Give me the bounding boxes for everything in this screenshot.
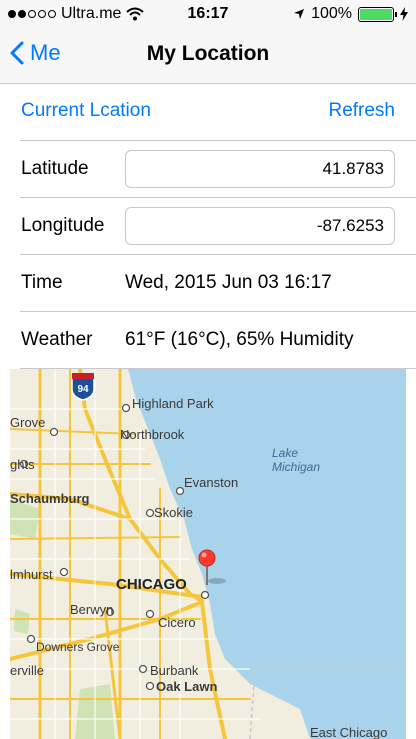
latitude-label: Latitude bbox=[21, 158, 89, 179]
map-label: Lake bbox=[272, 446, 298, 460]
map-label: Burbank bbox=[150, 663, 199, 678]
map-label: erville bbox=[10, 663, 44, 678]
status-right: 100% bbox=[293, 5, 408, 23]
map-label: Skokie bbox=[154, 505, 193, 520]
map-label: Oak Lawn bbox=[156, 679, 217, 694]
map-label: Evanston bbox=[184, 475, 238, 490]
map-label: lmhurst bbox=[10, 567, 53, 582]
longitude-label: Longitude bbox=[21, 215, 105, 236]
map-label: Downers Grove bbox=[36, 640, 120, 654]
charging-bolt-icon bbox=[400, 7, 408, 21]
page-title: My Location bbox=[146, 42, 270, 65]
map-label: Schaumburg bbox=[10, 491, 90, 506]
longitude-field[interactable]: -87.6253 bbox=[125, 207, 395, 245]
map-label: Cicero bbox=[158, 615, 196, 630]
time-row: Time Wed, 2015 Jun 03 16:17 bbox=[0, 255, 416, 312]
location-arrow-icon bbox=[294, 9, 305, 19]
time-value: Wed, 2015 Jun 03 16:17 bbox=[125, 272, 332, 293]
latitude-field[interactable]: 41.8783 bbox=[125, 150, 395, 188]
weather-value: 61°F (16°C), 65% Humidity bbox=[125, 329, 354, 350]
time-label: Time bbox=[21, 272, 63, 293]
map-label: Highland Park bbox=[132, 396, 214, 411]
map-label: East Chicago bbox=[310, 725, 387, 739]
weather-row: Weather 61°F (16°C), 65% Humidity bbox=[0, 312, 416, 369]
weather-label: Weather bbox=[21, 329, 93, 350]
map-view[interactable]: 94 Highland Park Grove Northbrook ghts L… bbox=[10, 369, 406, 739]
battery-percentage: 100% bbox=[311, 5, 352, 22]
map-label: Michigan bbox=[272, 460, 320, 474]
actions-row: Current Lcation Refresh bbox=[0, 84, 416, 141]
refresh-button[interactable]: Refresh bbox=[328, 100, 395, 122]
map-label: ghts bbox=[10, 457, 35, 472]
latitude-row: Latitude 41.8783 bbox=[0, 141, 416, 198]
longitude-row: Longitude -87.6253 bbox=[0, 198, 416, 255]
map-label: Berwyn bbox=[70, 602, 113, 617]
map-label: CHICAGO bbox=[116, 576, 187, 593]
map-label: 94 bbox=[77, 384, 89, 395]
status-bar: Ultra.me 16:17 100% bbox=[0, 0, 416, 28]
battery-icon bbox=[358, 6, 397, 22]
current-location-button[interactable]: Current Lcation bbox=[21, 100, 151, 122]
interstate-94-shield: 94 bbox=[71, 373, 95, 401]
map-label: Grove bbox=[10, 415, 45, 430]
navigation-bar: Me My Location bbox=[0, 28, 416, 84]
map-label: Northbrook bbox=[120, 427, 185, 442]
